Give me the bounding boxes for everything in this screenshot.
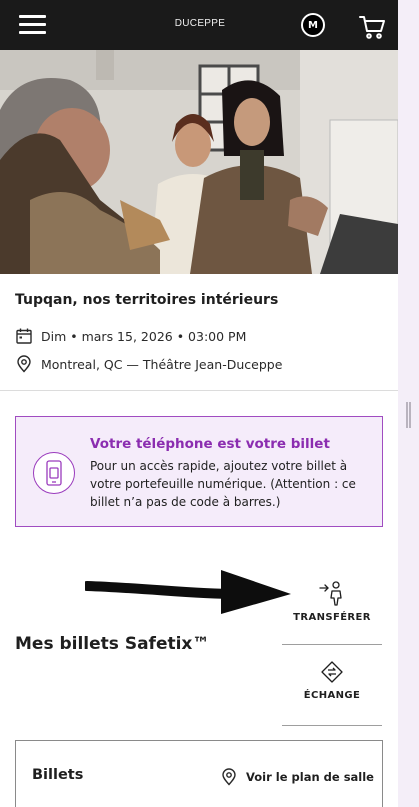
action-divider	[282, 644, 382, 645]
calendar-icon	[16, 328, 32, 344]
seat-map-link[interactable]: Voir le plan de salle	[220, 767, 374, 787]
event-date: Dim • mars 15, 2026 • 03:00 PM	[15, 326, 246, 346]
panel-resize-handle[interactable]	[406, 402, 411, 428]
exchange-ticket-icon	[321, 661, 343, 683]
transfer-person-icon	[319, 581, 342, 606]
tickets-card: Billets Voir le plan de salle	[15, 740, 383, 807]
location-pin-icon	[17, 355, 31, 373]
action-divider	[282, 725, 382, 726]
tickets-title: Billets	[32, 767, 84, 783]
exchange-label: ÉCHANGE	[303, 690, 361, 701]
shopping-cart-icon[interactable]	[358, 13, 386, 41]
event-hero-image	[0, 50, 398, 274]
location-pin-icon	[222, 768, 236, 786]
page: DUCEPPE M Tupqan, nos territoires intéri…	[0, 0, 398, 807]
event-date-text: Dim • mars 15, 2026 • 03:00 PM	[41, 328, 247, 344]
event-title: Tupqan, nos territoires intérieurs	[15, 292, 279, 308]
transfer-button[interactable]: TRANSFÉRER	[282, 578, 382, 644]
transfer-label: TRANSFÉRER	[293, 612, 371, 623]
safetix-section-title: Mes billets Safetix™	[15, 634, 210, 654]
account-avatar[interactable]: M	[301, 13, 325, 37]
exchange-button[interactable]: ÉCHANGE	[282, 659, 382, 725]
hamburger-menu-icon[interactable]	[19, 15, 46, 35]
top-header: DUCEPPE M	[0, 0, 398, 50]
section-divider	[0, 390, 398, 391]
wallet-banner-text: Pour un accès rapide, ajoutez votre bill…	[90, 459, 356, 509]
event-venue: Montreal, QC — Théâtre Jean-Duceppe	[15, 354, 282, 374]
wallet-banner: Votre téléphone est votre billet Pour un…	[15, 416, 383, 527]
brand-logo[interactable]: DUCEPPE	[170, 18, 230, 29]
arrow-annotation	[85, 570, 291, 614]
wallet-banner-title: Votre téléphone est votre billet	[90, 436, 330, 452]
event-venue-text: Montreal, QC — Théâtre Jean-Duceppe	[41, 356, 283, 372]
phone-ticket-icon	[33, 452, 75, 494]
seat-map-link-label: Voir le plan de salle	[246, 770, 374, 784]
